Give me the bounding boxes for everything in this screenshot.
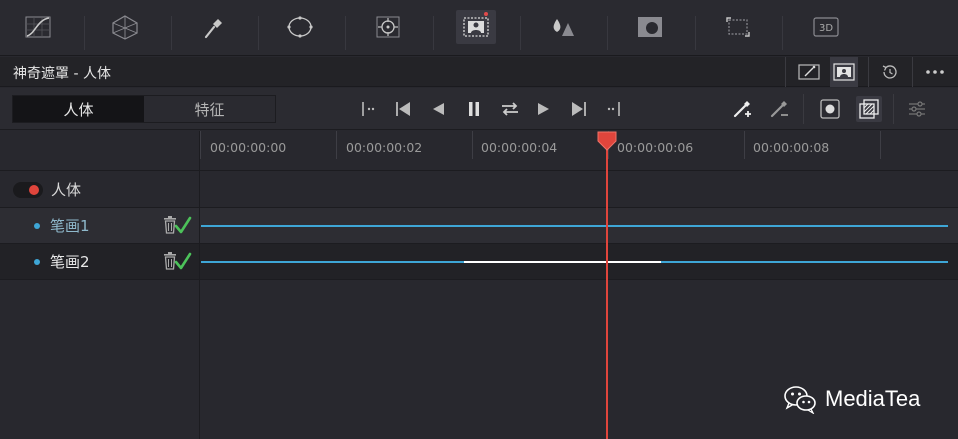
magic-wand-frame-icon [798,64,820,80]
pause-button[interactable] [461,96,487,122]
track-reverse-frame-icon [362,102,375,116]
timecode-label: 00:00:00:02 [346,140,423,155]
stroke-label: 笔画1 [50,217,90,235]
playhead-handle-icon[interactable] [597,131,617,151]
person-frame-icon [833,63,855,81]
mask-group-row[interactable]: 人体 [0,172,958,208]
skip-forward-icon [572,102,586,116]
more-dots-icon [926,70,944,74]
watermark-text: MediaTea [825,386,921,411]
stroke-2-track [201,261,464,263]
panel-titlebar: 神奇遮罩 - 人体 [0,57,958,87]
ruler-tick [880,131,881,159]
ruler-tick [472,131,473,159]
timeline-ruler[interactable]: 00:00:00:00 00:00:00:02 00:00:00:04 00:0… [200,131,958,171]
play-reverse-button[interactable] [425,96,451,122]
curves-tool-button[interactable] [18,10,58,44]
magic-mask-tool-button[interactable] [456,10,496,44]
mask-hatch-icon [859,99,879,119]
track-forward-frame-button[interactable] [600,96,626,122]
overlay-icon [820,99,840,119]
key-icon [638,17,662,37]
add-stroke-button[interactable] [729,96,755,122]
show-mask-button[interactable] [856,96,882,122]
reset-button[interactable] [877,57,903,87]
mask-settings-button[interactable] [904,96,930,122]
pause-icon [469,102,479,116]
picker-plus-icon [733,101,751,118]
skip-back-icon [396,102,410,116]
sizing-tool-button[interactable] [718,10,758,44]
playhead-line[interactable] [606,140,608,439]
blur-icon [553,19,574,36]
ruler-tick [200,131,201,159]
stroke-1-track [201,225,948,227]
picker-minus-icon [770,101,788,118]
tracker-icon [376,16,400,38]
timecode-label: 00:00:00:04 [481,140,558,155]
swap-arrows-icon [502,102,518,116]
track-forward-frame-icon [607,102,620,116]
warper-icon [112,15,138,40]
mask-controls: 人体 特征 [0,88,958,130]
subtract-stroke-button[interactable] [766,96,792,122]
stroke-color-dot [34,259,40,265]
show-overlay-button[interactable] [817,96,843,122]
stroke-color-dot [34,223,40,229]
check-icon[interactable] [174,215,192,235]
mode-person-tab[interactable]: 人体 [13,96,144,122]
stroke-2-selected-range [464,261,661,263]
window-tool-button[interactable] [280,10,320,44]
stroke-row-1[interactable]: 笔画1 [0,208,958,244]
smart-mask-button[interactable] [796,57,822,87]
timecode-label: 00:00:00:08 [753,140,830,155]
track-both-button[interactable] [497,96,523,122]
mode-segmented-control: 人体 特征 [12,95,276,123]
active-indicator-dot [484,12,488,16]
timecode-label: 00:00:00:06 [617,140,694,155]
watermark: MediaTea [783,384,920,414]
stroke-label: 笔画2 [50,253,90,271]
panel-divider [199,131,200,439]
panel-title: 神奇遮罩 - 人体 [13,66,111,82]
track-reverse-frame-button[interactable] [356,96,382,122]
play-icon [538,103,549,115]
ruler-header-spacer [0,131,200,171]
blur-tool-button[interactable] [542,10,582,44]
3d-tool-button[interactable]: 3D [806,10,846,44]
play-forward-button[interactable] [531,96,557,122]
svg-text:3D: 3D [819,23,833,34]
more-options-button[interactable] [920,57,950,87]
mode-feature-tab[interactable]: 特征 [144,96,275,122]
mask-group-label: 人体 [51,181,82,199]
sliders-icon [909,101,925,117]
qualifier-tool-button[interactable] [193,10,233,44]
palette-toolbar: 3D [0,0,958,56]
toggle-on-dot [29,185,39,195]
tracker-tool-button[interactable] [368,10,408,44]
sizing-icon [726,17,750,37]
track-forward-button[interactable] [566,96,592,122]
3d-icon: 3D [813,17,839,37]
window-icon [287,16,313,38]
stroke-2-track [661,261,948,263]
curves-icon [25,16,51,38]
ruler-tick [744,131,745,159]
key-tool-button[interactable] [630,10,670,44]
warper-tool-button[interactable] [105,10,145,44]
ruler-tick [336,131,337,159]
qualifier-icon [204,19,222,39]
wechat-icon [784,386,816,414]
stroke-row-2[interactable]: 笔画2 [0,244,958,280]
play-reverse-icon [433,103,444,115]
person-mask-button[interactable] [830,57,858,87]
magic-mask-icon [463,17,489,37]
check-icon[interactable] [174,251,192,271]
magic-mask-panel: 3D 神奇遮罩 - 人体 人体 特征 00:00:00:00 00:00:00:… [0,0,958,439]
track-reverse-button[interactable] [390,96,416,122]
timecode-label: 00:00:00:00 [210,140,287,155]
mask-enable-toggle[interactable] [13,182,43,198]
reset-icon [882,65,897,79]
